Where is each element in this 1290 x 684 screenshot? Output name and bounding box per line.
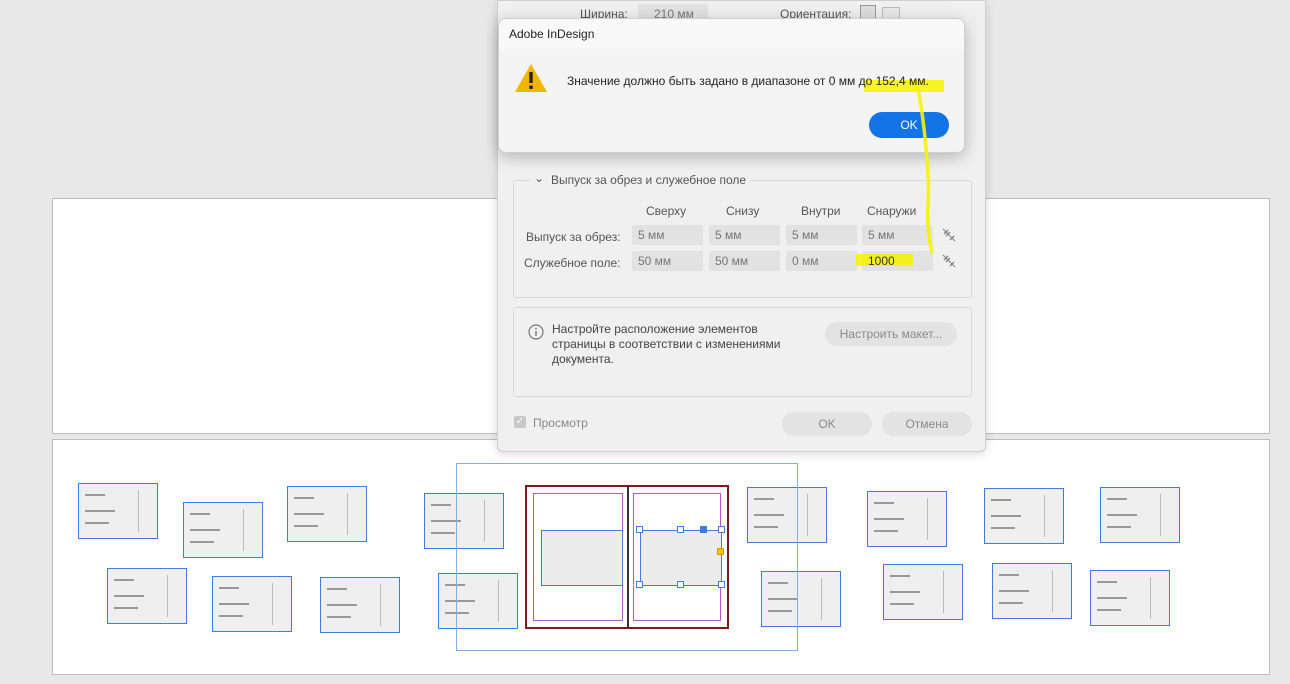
slug-inside-field[interactable]: 0 мм (786, 251, 857, 271)
cancel-button[interactable]: Отмена (882, 412, 972, 436)
placed-image-16[interactable] (1090, 570, 1170, 626)
bleed-row-label: Выпуск за обрез: (526, 230, 621, 244)
col-inside: Внутри (801, 204, 841, 218)
placed-image-11[interactable] (320, 577, 400, 633)
collapse-chevron-icon[interactable]: ⌄ (531, 171, 548, 185)
slug-row-label: Служебное поле: (524, 256, 621, 270)
content-grabber[interactable] (700, 526, 707, 533)
spine (627, 487, 629, 627)
slug-top-field[interactable]: 50 мм (632, 251, 703, 271)
placed-image-15[interactable] (992, 563, 1072, 619)
alert-title: Adobe InDesign (499, 19, 964, 49)
resize-handle[interactable] (718, 526, 725, 533)
slug-outside-value: 1000 (868, 254, 895, 268)
col-top: Сверху (646, 204, 687, 218)
preview-label: Просмотр (533, 416, 588, 430)
resize-handle[interactable] (636, 581, 643, 588)
left-page-image[interactable] (541, 530, 623, 586)
bleed-top-field[interactable]: 5 мм (632, 225, 703, 245)
placed-image-7[interactable] (984, 488, 1064, 544)
info-icon (528, 324, 544, 340)
col-bottom: Снизу (726, 204, 760, 218)
placed-image-9[interactable] (107, 568, 187, 624)
adjust-layout-button[interactable]: Настроить макет... (825, 322, 957, 346)
bleed-inside-field[interactable]: 5 мм (786, 225, 857, 245)
frame-edge-marker[interactable] (717, 548, 724, 555)
right-page-margins (633, 493, 722, 621)
bleed-section-title: Выпуск за обрез и служебное поле (547, 173, 751, 187)
placed-image-10[interactable] (212, 576, 292, 632)
resize-handle[interactable] (677, 526, 684, 533)
placed-image-8[interactable] (1100, 487, 1180, 543)
placed-image-2[interactable] (183, 502, 263, 558)
placed-image-1[interactable] (78, 483, 158, 539)
alert-dialog: Adobe InDesign Значение должно быть зада… (498, 18, 965, 153)
document-page-spread[interactable] (525, 485, 729, 629)
resize-handle[interactable] (718, 581, 725, 588)
info-text: Настройте расположение элементов страниц… (552, 322, 781, 366)
bleed-bottom-field[interactable]: 5 мм (709, 225, 780, 245)
resize-handle[interactable] (677, 581, 684, 588)
right-page-image[interactable] (640, 530, 722, 586)
alert-message: Значение должно быть задано в диапазоне … (567, 74, 929, 88)
preview-checkbox[interactable]: ✓ (514, 416, 526, 428)
placed-image-6[interactable] (867, 491, 947, 547)
annotation-stroke (916, 86, 934, 254)
left-page-margins (533, 493, 623, 621)
ok-button[interactable]: OK (782, 412, 872, 436)
warning-icon (515, 64, 547, 92)
resize-handle[interactable] (636, 526, 643, 533)
placed-image-3[interactable] (287, 486, 367, 542)
slug-bottom-field[interactable]: 50 мм (709, 251, 780, 271)
placed-image-14[interactable] (883, 564, 963, 620)
